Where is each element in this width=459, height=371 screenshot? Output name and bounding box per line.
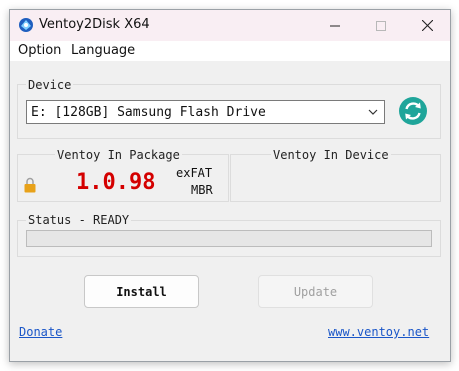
lock-icon [24, 177, 36, 193]
close-icon [421, 20, 433, 31]
status-progress-bar [26, 230, 432, 247]
app-window: Ventoy2Disk X64 Option Language Device E… [9, 9, 451, 362]
package-label: Ventoy In Package [55, 148, 182, 162]
minimize-icon [330, 25, 340, 26]
minimize-button[interactable] [312, 10, 358, 41]
package-version: 1.0.98 [76, 170, 156, 195]
maximize-icon [376, 20, 386, 31]
menu-language[interactable]: Language [71, 43, 135, 58]
website-link[interactable]: www.ventoy.net [328, 325, 429, 339]
device-label: Device [26, 78, 74, 92]
install-button[interactable]: Install [84, 275, 199, 308]
update-button[interactable]: Update [258, 275, 373, 308]
ventoy-app-icon [19, 18, 33, 32]
device-selected-value: E: [128GB] Samsung Flash Drive [31, 105, 266, 120]
title-bar: Ventoy2Disk X64 [10, 10, 450, 41]
status-label: Status - READY [26, 213, 132, 227]
refresh-icon[interactable] [398, 96, 428, 126]
maximize-button[interactable] [358, 10, 404, 41]
package-partition-style: MBR [191, 183, 213, 197]
donate-link[interactable]: Donate [19, 325, 62, 339]
menu-bar: Option Language [10, 41, 450, 61]
menu-option[interactable]: Option [18, 43, 61, 58]
package-filesystem: exFAT [176, 166, 213, 180]
window-title: Ventoy2Disk X64 [39, 17, 150, 32]
chevron-down-icon [368, 109, 378, 115]
device-dropdown[interactable]: E: [128GB] Samsung Flash Drive [26, 100, 385, 124]
in-device-label: Ventoy In Device [271, 148, 391, 162]
close-button[interactable] [404, 10, 450, 41]
